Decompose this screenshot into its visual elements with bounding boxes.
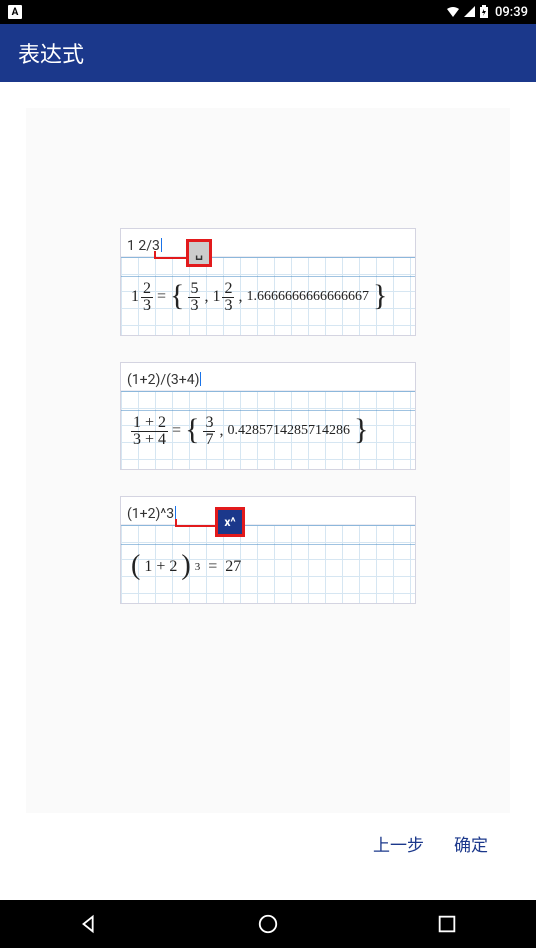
mixed-whole: 1 bbox=[131, 288, 139, 306]
clock: 09:39 bbox=[495, 5, 528, 20]
result-decimal: 1.6666666666666667 bbox=[246, 289, 369, 305]
status-bar: A 09:39 bbox=[0, 0, 536, 24]
recent-icon[interactable] bbox=[436, 913, 458, 935]
app-bar: 表达式 bbox=[0, 24, 536, 82]
brace-right: } bbox=[373, 279, 387, 313]
equals: = bbox=[157, 288, 166, 306]
result-mixed: 1 2 3 bbox=[212, 281, 234, 314]
wifi-icon bbox=[445, 5, 461, 19]
result-2: 1 + 2 3 + 4 = { 3 7 , 0.4285714285714286… bbox=[121, 406, 415, 456]
example-card-1: 1 2/3 ␣ 1 2 3 = { bbox=[120, 228, 416, 336]
mixed-den: 3 bbox=[141, 297, 153, 314]
content: 1 2/3 ␣ 1 2 3 = { bbox=[0, 82, 536, 900]
status-left: A bbox=[8, 5, 22, 19]
space-key[interactable]: ␣ bbox=[186, 239, 212, 267]
base: 1 + 2 bbox=[144, 558, 177, 576]
signal-icon bbox=[463, 5, 477, 19]
navigation-bar bbox=[0, 900, 536, 948]
result-frac: 3 7 bbox=[203, 415, 215, 448]
key-label: ␣ bbox=[195, 246, 203, 260]
battery-icon bbox=[479, 5, 489, 19]
prev-button[interactable]: 上一步 bbox=[373, 831, 424, 856]
app-icon-small: A bbox=[8, 5, 22, 19]
home-icon[interactable] bbox=[257, 913, 279, 935]
exponent: 3 bbox=[195, 561, 201, 573]
back-icon[interactable] bbox=[78, 913, 100, 935]
ok-button[interactable]: 确定 bbox=[454, 831, 488, 856]
tutorial-panel: 1 2/3 ␣ 1 2 3 = { bbox=[26, 108, 510, 813]
value: 27 bbox=[225, 558, 241, 576]
status-right: 09:39 bbox=[445, 5, 528, 20]
expression-input-3[interactable]: (1+2)^3 bbox=[121, 497, 415, 525]
app-title: 表达式 bbox=[18, 37, 84, 69]
input-text: (1+2)/(3+4) bbox=[127, 372, 201, 388]
result-3: ( 1 + 2 ) 3 = 27 bbox=[121, 543, 415, 591]
input-text: (1+2)^3 bbox=[127, 506, 176, 522]
result-decimal: 0.4285714285714286 bbox=[227, 423, 350, 439]
brace-left: { bbox=[170, 279, 184, 313]
key-label: x^ bbox=[224, 515, 235, 529]
result-1: 1 2 3 = { 5 3 , 1 bbox=[121, 272, 415, 322]
dialog-buttons: 上一步 确定 bbox=[26, 813, 510, 874]
expression-input-2[interactable]: (1+2)/(3+4) bbox=[121, 363, 415, 391]
example-card-2: (1+2)/(3+4) 1 + 2 3 + 4 = { 3 7 , bbox=[120, 362, 416, 470]
mixed-fraction: 1 2 3 bbox=[131, 281, 153, 314]
result-frac: 5 3 bbox=[188, 281, 200, 314]
lhs-frac: 1 + 2 3 + 4 bbox=[131, 415, 168, 448]
example-card-3: (1+2)^3 x^ ( 1 + 2 ) 3 = 27 bbox=[120, 496, 416, 604]
power-key[interactable]: x^ bbox=[215, 507, 245, 537]
mixed-num: 2 bbox=[141, 281, 153, 297]
